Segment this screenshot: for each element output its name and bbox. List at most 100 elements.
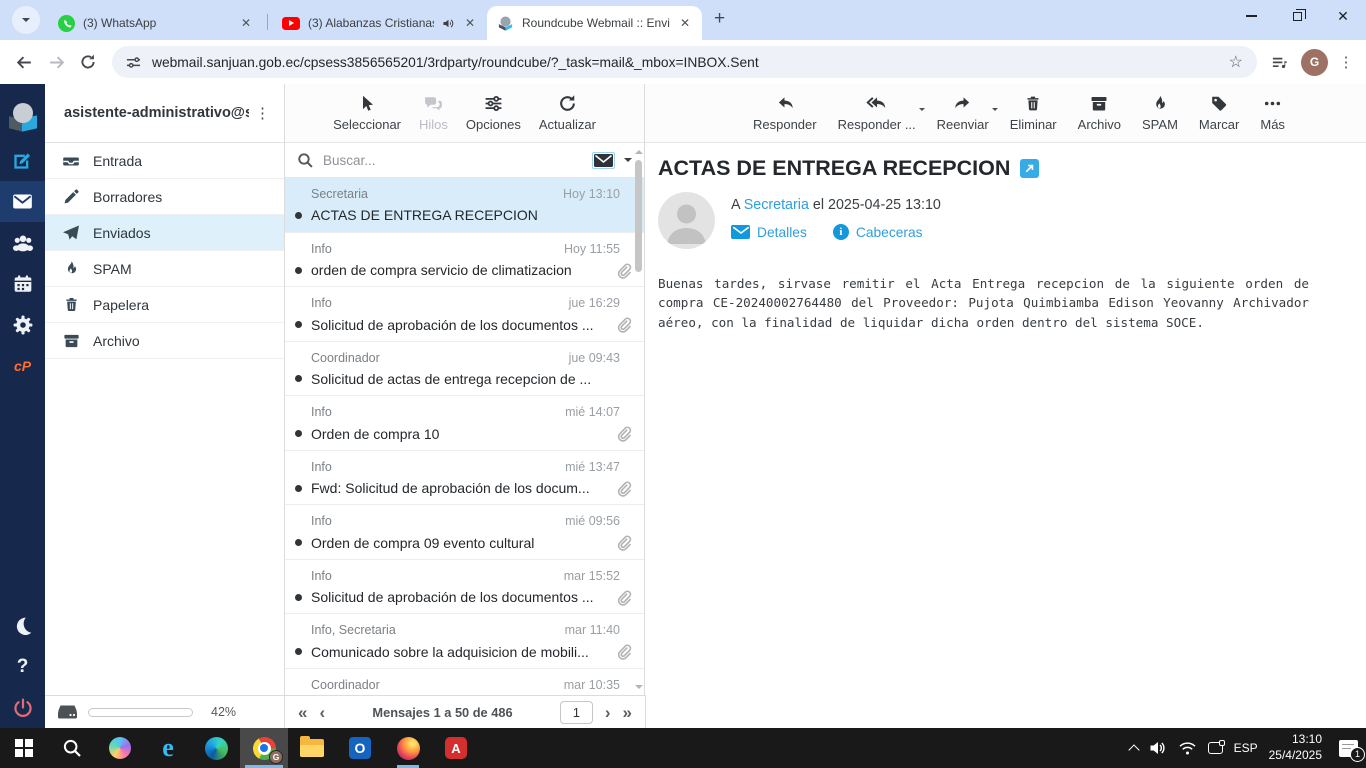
minimize-button[interactable] [1228,0,1274,32]
start-button[interactable] [0,728,48,768]
sidebar-item-spam[interactable]: SPAM [45,251,284,287]
outlook-button[interactable]: O [336,728,384,768]
site-settings-icon[interactable] [126,55,141,70]
message-list-item[interactable]: Info Hoy 11:55 orden de compra servicio d… [285,233,644,287]
new-tab-button[interactable]: + [714,8,725,30]
account-menu-icon[interactable]: ⋮ [249,104,276,122]
cpanel-icon[interactable]: cP [0,345,45,386]
last-page-button[interactable]: » [623,704,632,721]
refresh-button[interactable]: Actualizar [537,94,598,132]
search-scope-envelope-icon[interactable] [592,151,615,169]
logout-power-icon[interactable] [0,687,45,728]
internet-explorer-button[interactable]: e [144,728,192,768]
mark-button[interactable]: Marcar [1197,94,1241,132]
browser-tab-youtube[interactable]: (3) Alabanzas Cristianas 202 ✕ [272,6,487,40]
profile-avatar[interactable]: G [1301,48,1328,76]
message-list-item[interactable]: Coordinador jue 09:43 Solicitud de actas … [285,342,644,396]
clock[interactable]: 13:10 25/4/2025 [1269,732,1322,763]
tab-close-icon[interactable]: ✕ [678,16,692,30]
help-icon[interactable]: ? [0,646,45,687]
roundcube-logo-icon[interactable] [0,92,45,140]
wifi-icon[interactable] [1178,741,1197,756]
tab-audio-icon[interactable] [442,17,455,30]
next-page-button[interactable]: › [605,704,611,721]
maximize-button[interactable] [1274,0,1320,32]
language-indicator[interactable]: ESP [1234,741,1258,755]
tab-close-icon[interactable]: ✕ [463,16,477,30]
calendar-icon[interactable] [0,263,45,304]
browser-tab-roundcube[interactable]: Roundcube Webmail :: Enviados ✕ [487,6,702,40]
tab-search-button[interactable] [12,6,40,34]
copilot-button[interactable] [96,728,144,768]
notification-center-icon[interactable]: 1 [1339,739,1365,762]
message-list-item[interactable]: Info mié 09:56 Orden de compra 09 evento … [285,505,644,560]
browser-tab-whatsapp[interactable]: (3) WhatsApp ✕ [48,6,263,40]
options-button[interactable]: Opciones [464,94,523,132]
delete-button[interactable]: Eliminar [1008,94,1059,132]
url-text[interactable]: webmail.sanjuan.gob.ec/cpsess3856565201/… [152,55,1218,70]
threads-button[interactable]: Hilos [417,94,450,132]
file-explorer-button[interactable] [288,728,336,768]
compose-icon[interactable] [0,140,45,181]
prev-page-button[interactable]: ‹ [319,704,325,721]
archive-button[interactable]: Archivo [1076,94,1123,132]
spam-button[interactable]: SPAM [1140,94,1180,132]
mail-icon[interactable] [0,181,45,222]
recipient-link[interactable]: Secretaria [744,197,809,213]
search-options-chevron-icon[interactable] [624,158,632,166]
unread-dot [295,430,302,437]
forward-button[interactable] [40,46,72,78]
message-list-item[interactable]: Info, Secretaria mar 11:40 Comunicado sob… [285,614,644,669]
message-list-item[interactable]: Info jue 16:29 Solicitud de aprobación de… [285,287,644,342]
edge-button[interactable] [192,728,240,768]
tray-expand-chevron-icon[interactable] [1127,743,1140,756]
forward-button[interactable]: Reenviar [935,94,998,132]
open-in-new-window-icon[interactable] [1020,159,1040,178]
folder-label: Papelera [93,296,150,313]
bookmark-star-icon[interactable]: ☆ [1229,52,1243,72]
details-toggle[interactable]: Detalles [731,225,807,240]
media-controls-icon[interactable] [1263,46,1295,78]
more-button[interactable]: Más [1258,94,1287,132]
pencil-icon [62,188,80,205]
settings-gear-icon[interactable] [0,304,45,345]
scroll-down-icon[interactable] [635,685,643,693]
reload-button[interactable] [72,46,104,78]
scroll-up-icon[interactable] [635,146,643,154]
firefox-button[interactable] [384,728,432,768]
scrollbar-thumb[interactable] [635,160,642,272]
dropdown-caret-icon[interactable] [991,108,998,114]
sidebar-item-papelera[interactable]: Papelera [45,287,284,323]
sidebar-item-archivo[interactable]: Archivo [45,323,284,359]
back-button[interactable] [8,46,40,78]
sidebar-item-entrada[interactable]: Entrada [45,143,284,179]
contacts-icon[interactable] [0,222,45,263]
volume-icon[interactable] [1149,740,1167,756]
page-number-input[interactable]: 1 [559,700,593,724]
meet-now-icon[interactable] [1207,740,1225,754]
dark-mode-moon-icon[interactable] [0,605,45,646]
message-list-item[interactable]: Info mar 15:52 Solicitud de aprobación de… [285,560,644,614]
first-page-button[interactable]: « [298,704,307,721]
headers-toggle[interactable]: i Cabeceras [832,224,923,240]
dropdown-caret-icon[interactable] [918,108,925,114]
select-button[interactable]: Seleccionar [331,94,403,132]
list-scrollbar[interactable] [633,146,644,693]
address-bar[interactable]: webmail.sanjuan.gob.ec/cpsess3856565201/… [112,46,1257,78]
reply-all-button[interactable]: Responder ... [836,94,925,132]
sidebar-item-enviados[interactable]: Enviados [45,215,284,251]
tab-close-icon[interactable]: ✕ [239,16,253,30]
close-button[interactable]: ✕ [1320,0,1366,32]
reply-button[interactable]: Responder [751,94,819,132]
taskbar-search-button[interactable] [48,728,96,768]
sidebar-item-borradores[interactable]: Borradores [45,179,284,215]
chrome-button[interactable]: G [240,728,288,768]
acrobat-button[interactable]: A [432,728,480,768]
tray-date: 25/4/2025 [1268,748,1322,762]
message-list-item[interactable]: Secretaria Hoy 13:10 ACTAS DE ENTREGA REC… [285,178,644,233]
roundcube-app: cP ? asistente-administrativo@sa... ⋮ En… [0,84,1366,728]
message-list-item[interactable]: Info mié 14:07 Orden de compra 10 [285,396,644,451]
search-input[interactable] [323,152,583,168]
browser-menu-icon[interactable]: ⋮ [1334,53,1358,71]
message-list-item[interactable]: Info mié 13:47 Fwd: Solicitud de aprobaci… [285,451,644,505]
